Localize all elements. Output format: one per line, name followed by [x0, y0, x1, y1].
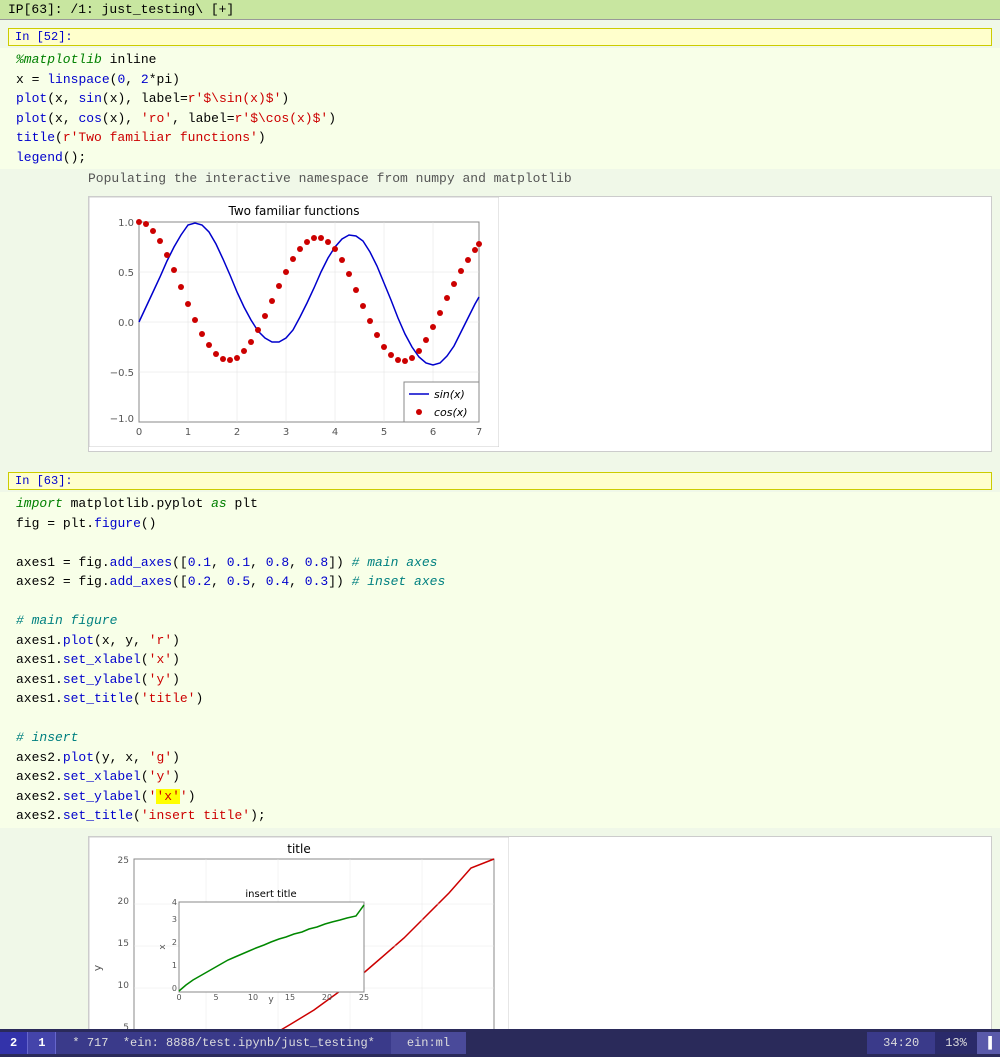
code-line: fig = plt.figure() [16, 514, 992, 534]
plot2-ylabel: y [91, 964, 104, 971]
status-position: 34:20 [867, 1032, 935, 1054]
code-line: axes1.set_title('title') [16, 689, 992, 709]
svg-text:25: 25 [118, 856, 129, 866]
plot-svg-2: title y x 25 20 15 10 5 0 0 1 [89, 837, 509, 1046]
svg-text:1: 1 [185, 427, 191, 438]
svg-text:0: 0 [176, 993, 181, 1002]
code-line [16, 709, 992, 729]
code-line: %matplotlib inline [16, 50, 992, 70]
plot2-title: title [287, 842, 310, 856]
code-line: axes2.plot(y, x, 'g') [16, 748, 992, 768]
code-line: # main figure [16, 611, 992, 631]
svg-text:3: 3 [283, 427, 289, 438]
plot1-title: Two familiar functions [228, 204, 360, 218]
output-52: Populating the interactive namespace fro… [0, 169, 1000, 188]
svg-text:2: 2 [234, 427, 240, 438]
code-line: axes2.set_xlabel('y') [16, 767, 992, 787]
code-line [16, 533, 992, 553]
cell-63: In [63]: import matplotlib.pyplot as plt… [0, 464, 1000, 1045]
output-text: Populating the interactive namespace fro… [88, 171, 572, 186]
svg-text:20: 20 [322, 993, 332, 1002]
plot2-inset-title: insert title [245, 889, 296, 900]
svg-text:y: y [268, 995, 274, 1005]
code-line: plot(x, sin(x), label=r'$\sin(x)$') [16, 89, 992, 109]
svg-text:2: 2 [172, 938, 177, 947]
svg-text:−0.5: −0.5 [110, 368, 134, 379]
code-line: # insert [16, 728, 992, 748]
code-line: title(r'Two familiar functions') [16, 128, 992, 148]
svg-text:6: 6 [430, 427, 436, 438]
svg-text:15: 15 [285, 993, 295, 1002]
svg-text:sin(x): sin(x) [434, 388, 465, 401]
title-bar: IP[63]: /1: just_testing\ [+] [0, 0, 1000, 20]
code-line: axes2.set_title('insert title'); [16, 806, 992, 826]
status-right: 34:20 13% ▐ [867, 1032, 1000, 1054]
svg-text:5: 5 [213, 993, 218, 1002]
code-line: axes2.set_ylabel(''x'') [16, 787, 992, 807]
status-cells: 717 [87, 1036, 109, 1050]
code-63: import matplotlib.pyplot as plt fig = pl… [0, 492, 1000, 828]
svg-text:0.5: 0.5 [118, 268, 134, 279]
status-filename: *ein: 8888/test.ipynb/just_testing* [123, 1036, 375, 1050]
cell-52: In [52]: %matplotlib inline x = linspace… [0, 20, 1000, 464]
prompt-52[interactable]: In [52]: [8, 28, 992, 46]
svg-text:4: 4 [172, 898, 177, 907]
status-file: * 717 *ein: 8888/test.ipynb/just_testing… [56, 1032, 390, 1054]
svg-text:−1.0: −1.0 [110, 414, 134, 425]
code-line: plot(x, cos(x), 'ro', label=r'$\cos(x)$'… [16, 109, 992, 129]
svg-text:x: x [158, 943, 168, 949]
svg-text:7: 7 [476, 427, 482, 438]
svg-text:1.0: 1.0 [118, 218, 134, 229]
svg-text:10: 10 [248, 993, 258, 1002]
code-line: axes1.set_xlabel('x') [16, 650, 992, 670]
status-end: ▐ [977, 1032, 1000, 1054]
svg-text:cos(x): cos(x) [434, 406, 468, 419]
code-line [16, 592, 992, 612]
status-num-1: 1 [28, 1032, 56, 1054]
svg-text:0.0: 0.0 [118, 318, 134, 329]
svg-text:3: 3 [172, 915, 177, 924]
plot-1: Two familiar functions 1.0 0.5 [88, 196, 992, 452]
svg-text:0: 0 [172, 984, 177, 993]
svg-text:10: 10 [118, 981, 130, 991]
code-52: %matplotlib inline x = linspace(0, 2*pi)… [0, 48, 1000, 169]
svg-text:20: 20 [118, 897, 130, 907]
code-line: axes1 = fig.add_axes([0.1, 0.1, 0.8, 0.8… [16, 553, 992, 573]
svg-text:0: 0 [136, 427, 142, 438]
notebook[interactable]: In [52]: %matplotlib inline x = linspace… [0, 20, 1000, 1045]
plot-svg-1: Two familiar functions 1.0 0.5 [89, 197, 499, 447]
plot-2: title y x 25 20 15 10 5 0 0 1 [88, 836, 992, 1046]
svg-text:4: 4 [332, 427, 338, 438]
title-text: IP[63]: /1: just_testing\ [+] [8, 2, 234, 17]
status-mode: ein:ml [391, 1032, 466, 1054]
status-left: 2 1 * 717 *ein: 8888/test.ipynb/just_tes… [0, 1032, 466, 1054]
code-line: axes1.plot(x, y, 'r') [16, 631, 992, 651]
svg-text:1: 1 [172, 961, 177, 970]
code-line: axes1.set_ylabel('y') [16, 670, 992, 690]
code-line: x = linspace(0, 2*pi) [16, 70, 992, 90]
code-line: axes2 = fig.add_axes([0.2, 0.5, 0.4, 0.3… [16, 572, 992, 592]
status-percent: 13% [935, 1032, 977, 1054]
prompt-63[interactable]: In [63]: [8, 472, 992, 490]
status-bar: 2 1 * 717 *ein: 8888/test.ipynb/just_tes… [0, 1029, 1000, 1057]
svg-text:25: 25 [359, 993, 369, 1002]
svg-text:15: 15 [118, 939, 129, 949]
status-indicator: * [72, 1036, 79, 1050]
svg-text:5: 5 [381, 427, 387, 438]
code-line: import matplotlib.pyplot as plt [16, 494, 992, 514]
code-line: legend(); [16, 148, 992, 168]
status-num-2: 2 [0, 1032, 28, 1054]
